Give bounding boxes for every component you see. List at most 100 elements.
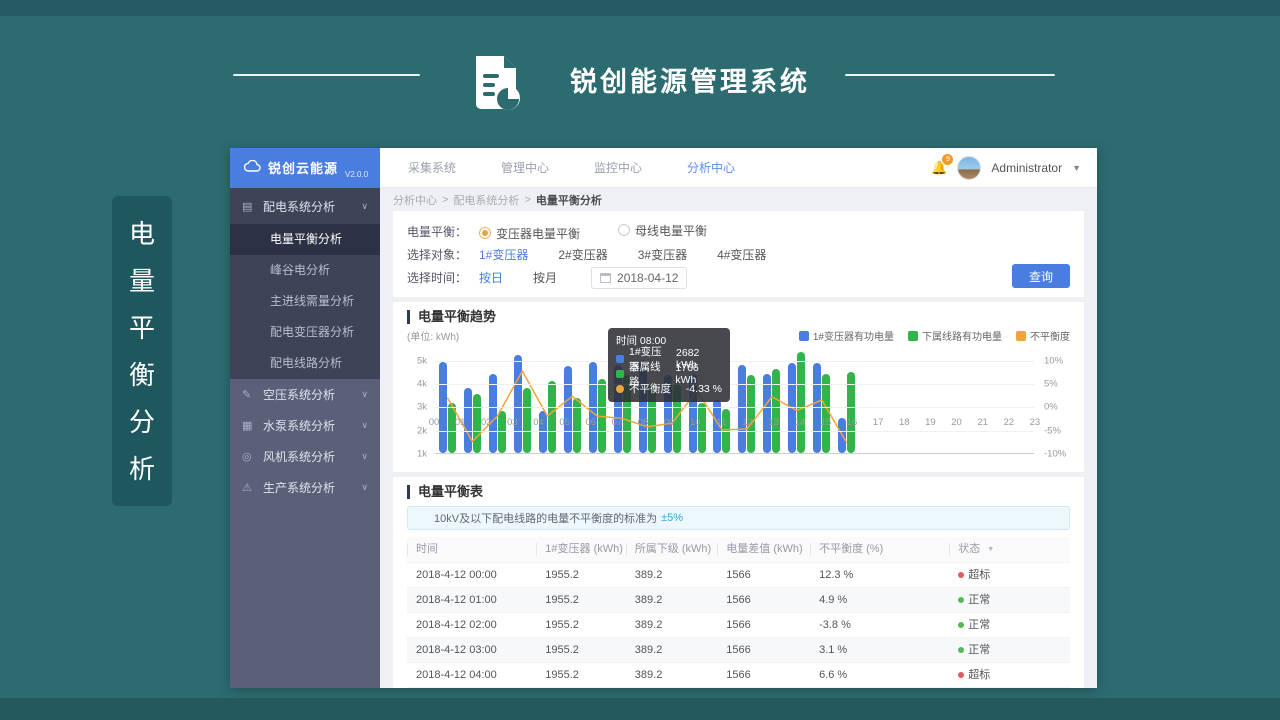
slide-background: 锐创能源管理系统 电量平衡分析 锐创云能源 V2.0.0 采集系统 管理中心 监控中… — [0, 0, 1280, 720]
x-tick-label: 21 — [970, 417, 996, 428]
sort-chevron-down-icon[interactable]: ▼ — [987, 543, 994, 556]
sidebar-group-label: 风机系统分析 — [263, 448, 335, 465]
table-header-cell: 1#变压器 (kWh) — [536, 543, 626, 556]
table-cell-diff: 1566 — [717, 669, 810, 682]
table-cell-transformer: 1955.2 — [536, 644, 626, 657]
table-cell-diff: 1566 — [717, 644, 810, 657]
sidebar-group-水泵系统分析[interactable]: ▦水泵系统分析∨ — [230, 410, 380, 441]
legend-item-1#变压器有功电量[interactable]: 1#变压器有功电量 — [799, 328, 894, 343]
date-picker-input[interactable]: 2018-04-12 — [591, 267, 687, 289]
chart-plot-area: 5k4k3k2k1k 10%5%0%-5%-10% — [407, 347, 1070, 454]
document-edit-icon — [472, 54, 522, 112]
table-cell-unbalance: 3.1 % — [810, 644, 949, 657]
table-row: 2018-4-12 03:001955.2389.215663.1 %正常 — [407, 638, 1070, 663]
user-menu-chevron-down-icon[interactable]: ▼ — [1072, 163, 1081, 173]
table-row: 2018-4-12 04:001955.2389.215666.6 %超标 — [407, 663, 1070, 688]
sidebar-item-电量平衡分析[interactable]: 电量平衡分析 — [230, 224, 380, 255]
x-tick-label: 08 — [630, 417, 656, 428]
chart-title: 电量平衡趋势 — [407, 310, 1070, 324]
x-tick-label: 05 — [552, 417, 578, 428]
table-cell-status: 正常 — [949, 644, 1070, 657]
sidebar-item-配电变压器分析[interactable]: 配电变压器分析 — [230, 317, 380, 348]
sidebar-group-生产系统分析[interactable]: ⚠生产系统分析∨ — [230, 472, 380, 503]
topnav-item[interactable]: 监控中心 — [594, 159, 642, 176]
sidebar: ▤ 配电系统分析 ∨ 电量平衡分析峰谷电分析主进线需量分析配电变压器分析配电线路分析✎… — [230, 188, 380, 688]
table-cell-transformer: 1955.2 — [536, 569, 626, 582]
table-header-cell[interactable]: 状态▼ — [949, 543, 1070, 556]
sidebar-group-配电系统分析[interactable]: ▤配电系统分析∨ — [230, 188, 380, 224]
clock-icon: ◎ — [242, 450, 255, 463]
table-header-cell: 所属下级 (kWh) — [626, 543, 717, 556]
sidebar-group-label: 配电系统分析 — [263, 198, 335, 215]
gridline — [435, 361, 1034, 362]
y-left-tick: 3k — [417, 402, 427, 413]
table-header-row: 时间1#变压器 (kWh)所属下级 (kWh)电量差值 (kWh)不平衡度 (%… — [407, 537, 1070, 563]
status-dot — [958, 622, 964, 628]
status-dot — [958, 597, 964, 603]
status-text: 超标 — [968, 569, 990, 582]
table-cell-time: 2018-4-12 03:00 — [407, 644, 536, 657]
y-axis-left: 5k4k3k2k1k — [407, 347, 429, 454]
x-tick-label: 00 — [421, 417, 447, 428]
x-tick-label: 09 — [656, 417, 682, 428]
table-header-cell: 时间 — [407, 543, 536, 556]
table-cell-sub: 389.2 — [626, 669, 717, 682]
y-left-tick: 1k — [417, 449, 427, 460]
top-band — [0, 0, 1280, 16]
sidebar-item-主进线需量分析[interactable]: 主进线需量分析 — [230, 286, 380, 317]
chevron-down-icon: ∨ — [361, 482, 368, 493]
table-cell-unbalance: 6.6 % — [810, 669, 949, 682]
x-axis-labels: 0001020304050607080910111213141516171819… — [421, 417, 1048, 428]
main-content: 分析中心>配电系统分析>电量平衡分析 电量平衡： 变压器电量平衡母线电量平衡 选… — [380, 188, 1097, 688]
legend-label: 1#变压器有功电量 — [813, 328, 894, 343]
filter-label: 选择对象： — [407, 246, 479, 263]
topnav-item[interactable]: 采集系统 — [408, 159, 456, 176]
breadcrumb-item[interactable]: 配电系统分析 — [453, 192, 519, 208]
standard-notice-banner: 10kV及以下配电线路的电量不平衡度的标准为 ±5% — [407, 506, 1070, 530]
y-right-tick: 0% — [1044, 402, 1058, 413]
vertical-label-char: 衡 — [129, 362, 155, 388]
chart-legend: 1#变压器有功电量下属线路有功电量 不平衡度 — [799, 328, 1070, 343]
app-logo[interactable]: 锐创云能源 V2.0.0 — [230, 148, 380, 188]
topnav-item[interactable]: 分析中心 — [687, 159, 735, 176]
x-tick-label: 23 — [1022, 417, 1048, 428]
query-button[interactable]: 查询 — [1012, 264, 1070, 288]
breadcrumb-item[interactable]: 分析中心 — [393, 192, 437, 208]
sidebar-item-配电线路分析[interactable]: 配电线路分析 — [230, 348, 380, 379]
x-tick-label: 04 — [526, 417, 552, 428]
table-cell-transformer: 1955.2 — [536, 619, 626, 632]
radio-母线电量平衡[interactable]: 母线电量平衡 — [618, 222, 707, 239]
object-option-2#变压器[interactable]: 2#变压器 — [558, 248, 607, 262]
table-row: 2018-4-12 01:001955.2389.215664.9 %正常 — [407, 588, 1070, 613]
topnav-item[interactable]: 管理中心 — [501, 159, 549, 176]
status-text: 正常 — [968, 594, 990, 607]
filter-row-time: 选择时间： 按日按月 2018-04-12 — [407, 267, 1070, 288]
notification-bell-icon[interactable]: 🔔9 — [931, 160, 947, 176]
table-cell-sub: 389.2 — [626, 644, 717, 657]
table-cell-sub: 389.2 — [626, 569, 717, 582]
y-axis-right: 10%5%0%-5%-10% — [1040, 347, 1070, 454]
tooltip-marker — [616, 385, 624, 393]
gridline — [435, 384, 1034, 385]
navbar-right: 🔔9 Administrator ▼ — [931, 156, 1097, 180]
y-right-tick: 5% — [1044, 379, 1058, 390]
legend-label: 不平衡度 — [1030, 328, 1070, 343]
y-right-tick: 10% — [1044, 355, 1063, 366]
table-row: 2018-4-12 00:001955.2389.2156612.3 %超标 — [407, 563, 1070, 588]
sidebar-item-峰谷电分析[interactable]: 峰谷电分析 — [230, 255, 380, 286]
grid-icon: ▤ — [242, 200, 255, 213]
user-avatar[interactable] — [957, 156, 981, 180]
sidebar-group-空压系统分析[interactable]: ✎空压系统分析∨ — [230, 379, 380, 410]
slide-title: 锐创能源管理系统 — [545, 60, 835, 99]
object-option-4#变压器[interactable]: 4#变压器 — [717, 248, 766, 262]
radio-变压器电量平衡[interactable]: 变压器电量平衡 — [479, 225, 580, 242]
time-mode-按月[interactable]: 按月 — [533, 271, 557, 285]
object-option-1#变压器[interactable]: 1#变压器 — [479, 248, 528, 262]
legend-item-下属线路有功电量[interactable]: 下属线路有功电量 — [908, 328, 1002, 343]
time-mode-按日[interactable]: 按日 — [479, 271, 503, 285]
breadcrumb-item: 电量平衡分析 — [536, 192, 602, 208]
legend-item-不平衡度[interactable]: 不平衡度 — [1016, 328, 1070, 343]
vertical-label-char: 分 — [129, 409, 155, 435]
object-option-3#变压器[interactable]: 3#变压器 — [638, 248, 687, 262]
sidebar-group-风机系统分析[interactable]: ◎风机系统分析∨ — [230, 441, 380, 472]
